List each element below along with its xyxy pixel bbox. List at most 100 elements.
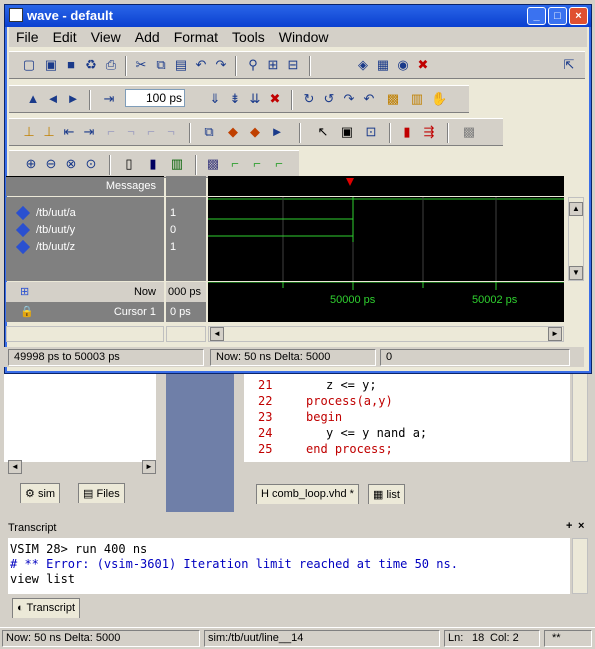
close-button[interactable]: × bbox=[569, 7, 588, 25]
cut-icon[interactable]: ✂ bbox=[133, 57, 149, 73]
wave-fill-icon[interactable]: ▮ bbox=[145, 156, 161, 172]
values-hscrollbar[interactable] bbox=[166, 326, 206, 342]
break-icon[interactable]: ✖ bbox=[415, 57, 431, 73]
wave-scroll-right-button[interactable]: ► bbox=[548, 327, 562, 341]
redo-icon[interactable]: ↷ bbox=[213, 57, 229, 73]
memory-icon[interactable]: ▥ bbox=[409, 91, 425, 107]
stop-icon[interactable]: ✖ bbox=[267, 91, 283, 107]
tab-sim[interactable]: ⚙ sim bbox=[20, 483, 61, 503]
edge-any-icon[interactable]: ⌐ bbox=[143, 124, 159, 140]
title-bar[interactable]: wave - default _ □ × bbox=[5, 5, 591, 27]
bookmark-go-icon[interactable]: ► bbox=[269, 124, 285, 140]
group-icon[interactable]: ⊞ bbox=[265, 57, 281, 73]
bookmark-next-icon[interactable]: ◆ bbox=[247, 124, 263, 140]
grid-icon[interactable]: ▩ bbox=[461, 124, 477, 140]
wave-scroll-left-button[interactable]: ◄ bbox=[210, 327, 224, 341]
wave-hscrollbar[interactable] bbox=[208, 326, 564, 342]
undo-icon[interactable]: ↶ bbox=[193, 57, 209, 73]
select-pointer-icon[interactable]: ↖ bbox=[315, 124, 331, 140]
zoom-cursor-icon[interactable]: ⊙ bbox=[83, 156, 99, 172]
edge-falling-icon[interactable]: ⌐ bbox=[103, 124, 119, 140]
maximize-button[interactable]: □ bbox=[548, 7, 567, 25]
zoom-full-icon[interactable]: ⊗ bbox=[63, 156, 79, 172]
arrow-up-icon[interactable]: ▲ bbox=[25, 91, 41, 107]
traffic-light-icon[interactable]: ▮ bbox=[399, 124, 415, 140]
tab-comb-loop[interactable]: H comb_loop.vhd * bbox=[256, 484, 359, 504]
performance-icon[interactable]: ▩ bbox=[385, 91, 401, 107]
maximize-icon[interactable]: + bbox=[566, 520, 572, 532]
close-icon[interactable]: × bbox=[578, 520, 584, 532]
zoom-mode-icon[interactable]: ▣ bbox=[339, 124, 355, 140]
wave-green-icon[interactable]: ▥ bbox=[169, 156, 185, 172]
signal-a[interactable]: /tb/uut/a bbox=[15, 205, 76, 221]
simulate-icon[interactable]: ◉ bbox=[395, 57, 411, 73]
menu-tools[interactable]: Tools bbox=[225, 27, 272, 45]
insert-cursor-icon[interactable]: ⊥ bbox=[21, 124, 37, 140]
continue-icon[interactable]: ⇟ bbox=[227, 91, 243, 107]
wave-step2-icon[interactable]: ⌐ bbox=[249, 156, 265, 172]
wave-step3-icon[interactable]: ⌐ bbox=[271, 156, 287, 172]
hand-icon[interactable]: ✋ bbox=[431, 91, 447, 107]
signal-z[interactable]: /tb/uut/z bbox=[15, 239, 75, 255]
prev-edge-icon[interactable]: ⇤ bbox=[61, 124, 77, 140]
delete-cursor-icon[interactable]: ⊥ bbox=[41, 124, 57, 140]
scroll-right-button[interactable]: ► bbox=[142, 460, 156, 474]
step-icon[interactable]: ↻ bbox=[301, 91, 317, 107]
copy-icon[interactable]: ⧉ bbox=[153, 57, 169, 73]
menu-format[interactable]: Format bbox=[167, 27, 225, 45]
menu-add[interactable]: Add bbox=[128, 27, 167, 45]
arrow-left-icon[interactable]: ◄ bbox=[45, 91, 61, 107]
dataflow-icon[interactable]: ⊡ bbox=[363, 124, 379, 140]
transcript-console[interactable]: VSIM 28> run 400 ns # ** Error: (vsim-36… bbox=[8, 538, 570, 594]
hierarchy-icon[interactable]: ⊟ bbox=[285, 57, 301, 73]
scroll-up-button[interactable]: ▲ bbox=[569, 202, 583, 216]
source-editor[interactable]: 21 z <= y; 22 process(a,y) 23 begin 24 y… bbox=[244, 372, 570, 462]
add-wave-icon[interactable]: ⧉ bbox=[201, 124, 217, 140]
menu-edit[interactable]: Edit bbox=[46, 27, 84, 45]
compile-all-icon[interactable]: ▦ bbox=[375, 57, 391, 73]
source-vscrollbar[interactable] bbox=[572, 372, 588, 462]
bookmark-icon[interactable]: ◆ bbox=[225, 124, 241, 140]
tab-list[interactable]: ▦ list bbox=[368, 484, 405, 504]
scroll-left-button[interactable]: ◄ bbox=[8, 460, 22, 474]
tab-transcript[interactable]: ◐ Transcript bbox=[12, 598, 81, 618]
signal-names-pane[interactable]: /tb/uut/a /tb/uut/y /tb/uut/z bbox=[6, 197, 164, 281]
edge-rising-icon[interactable]: ¬ bbox=[123, 124, 139, 140]
save-icon[interactable]: ■ bbox=[63, 57, 79, 73]
signal-y[interactable]: /tb/uut/y bbox=[15, 222, 75, 238]
add-cursor-icon[interactable]: ⊞ bbox=[20, 285, 29, 298]
tab-files[interactable]: ▤ Files bbox=[78, 483, 125, 503]
run-all-icon[interactable]: ⇊ bbox=[247, 91, 263, 107]
transcript-vscrollbar[interactable] bbox=[572, 538, 588, 594]
workspace-pane[interactable] bbox=[4, 372, 156, 462]
step-out-icon[interactable]: ↷ bbox=[341, 91, 357, 107]
wave-window-icon[interactable]: ▯ bbox=[121, 156, 137, 172]
step-back-icon[interactable]: ↶ bbox=[361, 91, 377, 107]
next-edge-icon[interactable]: ⇥ bbox=[81, 124, 97, 140]
menu-file[interactable]: File bbox=[9, 27, 46, 45]
menu-window[interactable]: Window bbox=[272, 27, 336, 45]
scroll-down-button[interactable]: ▼ bbox=[569, 266, 583, 280]
undock-icon[interactable]: ⇱ bbox=[561, 57, 577, 73]
wave-step-icon[interactable]: ⌐ bbox=[227, 156, 243, 172]
compile-icon[interactable]: ◈ bbox=[355, 57, 371, 73]
new-file-icon[interactable]: ▢ bbox=[21, 57, 37, 73]
timeline-pane[interactable]: 50000 ps 50002 ps bbox=[208, 282, 564, 322]
find-icon[interactable]: ⚲ bbox=[245, 57, 261, 73]
arrow-bar-icon[interactable]: ⇶ bbox=[421, 124, 437, 140]
run-length-input[interactable]: 100 ps bbox=[125, 89, 185, 107]
edge-next-icon[interactable]: ¬ bbox=[163, 124, 179, 140]
wave-format-icon[interactable]: ▩ bbox=[205, 156, 221, 172]
menu-view[interactable]: View bbox=[84, 27, 128, 45]
print-icon[interactable]: ⎙ bbox=[103, 57, 119, 73]
arrow-right-icon[interactable]: ► bbox=[65, 91, 81, 107]
lock-cursor-icon[interactable]: 🔒 bbox=[20, 305, 34, 318]
paste-icon[interactable]: ▤ bbox=[173, 57, 189, 73]
minimize-button[interactable]: _ bbox=[527, 7, 546, 25]
zoom-out-icon[interactable]: ⊖ bbox=[43, 156, 59, 172]
zoom-in-icon[interactable]: ⊕ bbox=[23, 156, 39, 172]
names-hscrollbar[interactable] bbox=[6, 326, 164, 342]
open-folder-icon[interactable]: ▣ bbox=[43, 57, 59, 73]
run-icon[interactable]: ⇓ bbox=[207, 91, 223, 107]
step-over-icon[interactable]: ↺ bbox=[321, 91, 337, 107]
